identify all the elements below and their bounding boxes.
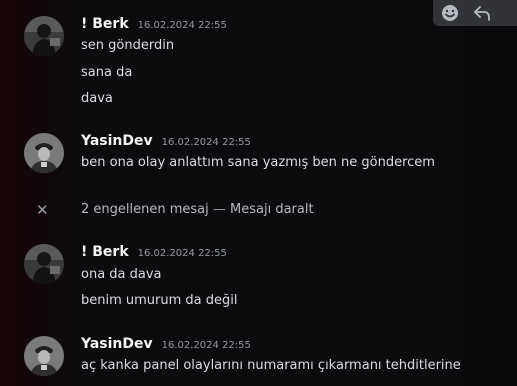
username[interactable]: YasinDev [81, 336, 153, 352]
message-header: ! Berk 16.02.2024 22:55 [81, 16, 227, 36]
message-timestamp: 16.02.2024 22:55 [137, 20, 227, 31]
message-timestamp: 16.02.2024 22:55 [161, 340, 251, 351]
user-avatar[interactable] [24, 133, 64, 173]
message-timestamp: 16.02.2024 22:55 [161, 137, 251, 148]
message-text: ben ona olay anlattım sana yazmış ben ne… [81, 155, 435, 170]
collapse-messages-link[interactable]: Mesajı daralt [230, 202, 314, 217]
message-text: ona da dava [81, 267, 162, 282]
message-header: YasinDev 16.02.2024 22:55 [81, 336, 251, 356]
message-text: dava [81, 91, 113, 106]
message-header: YasinDev 16.02.2024 22:55 [81, 133, 251, 153]
blocked-messages-label: 2 engellenen mesaj — Mesajı daralt [81, 201, 314, 219]
username[interactable]: ! Berk [81, 16, 129, 32]
message-action-toolbar [433, 0, 517, 26]
separator: — [212, 202, 226, 217]
message-text: benim umurum da değil [81, 293, 238, 308]
emoji-reaction-icon[interactable] [439, 2, 461, 24]
user-avatar[interactable] [24, 336, 64, 376]
message-text: sana da [81, 65, 133, 80]
user-avatar[interactable] [24, 244, 64, 284]
message-text: aç kanka panel olaylarını numaramı çıkar… [81, 358, 461, 373]
user-avatar[interactable] [24, 16, 64, 56]
message-text: sen gönderdin [81, 38, 175, 53]
username[interactable]: ! Berk [81, 244, 129, 260]
message-header: ! Berk 16.02.2024 22:55 [81, 244, 227, 264]
message-timestamp: 16.02.2024 22:55 [137, 248, 227, 259]
blocked-messages-bar[interactable]: ✕ 2 engellenen mesaj — Mesajı daralt [0, 200, 517, 220]
blocked-count-text: 2 engellenen mesaj [81, 202, 209, 217]
reply-icon[interactable] [471, 2, 493, 24]
chat-viewport: ! Berk 16.02.2024 22:55 sen gönderdin sa… [0, 0, 517, 386]
close-icon[interactable]: ✕ [36, 201, 49, 219]
username[interactable]: YasinDev [81, 133, 153, 149]
